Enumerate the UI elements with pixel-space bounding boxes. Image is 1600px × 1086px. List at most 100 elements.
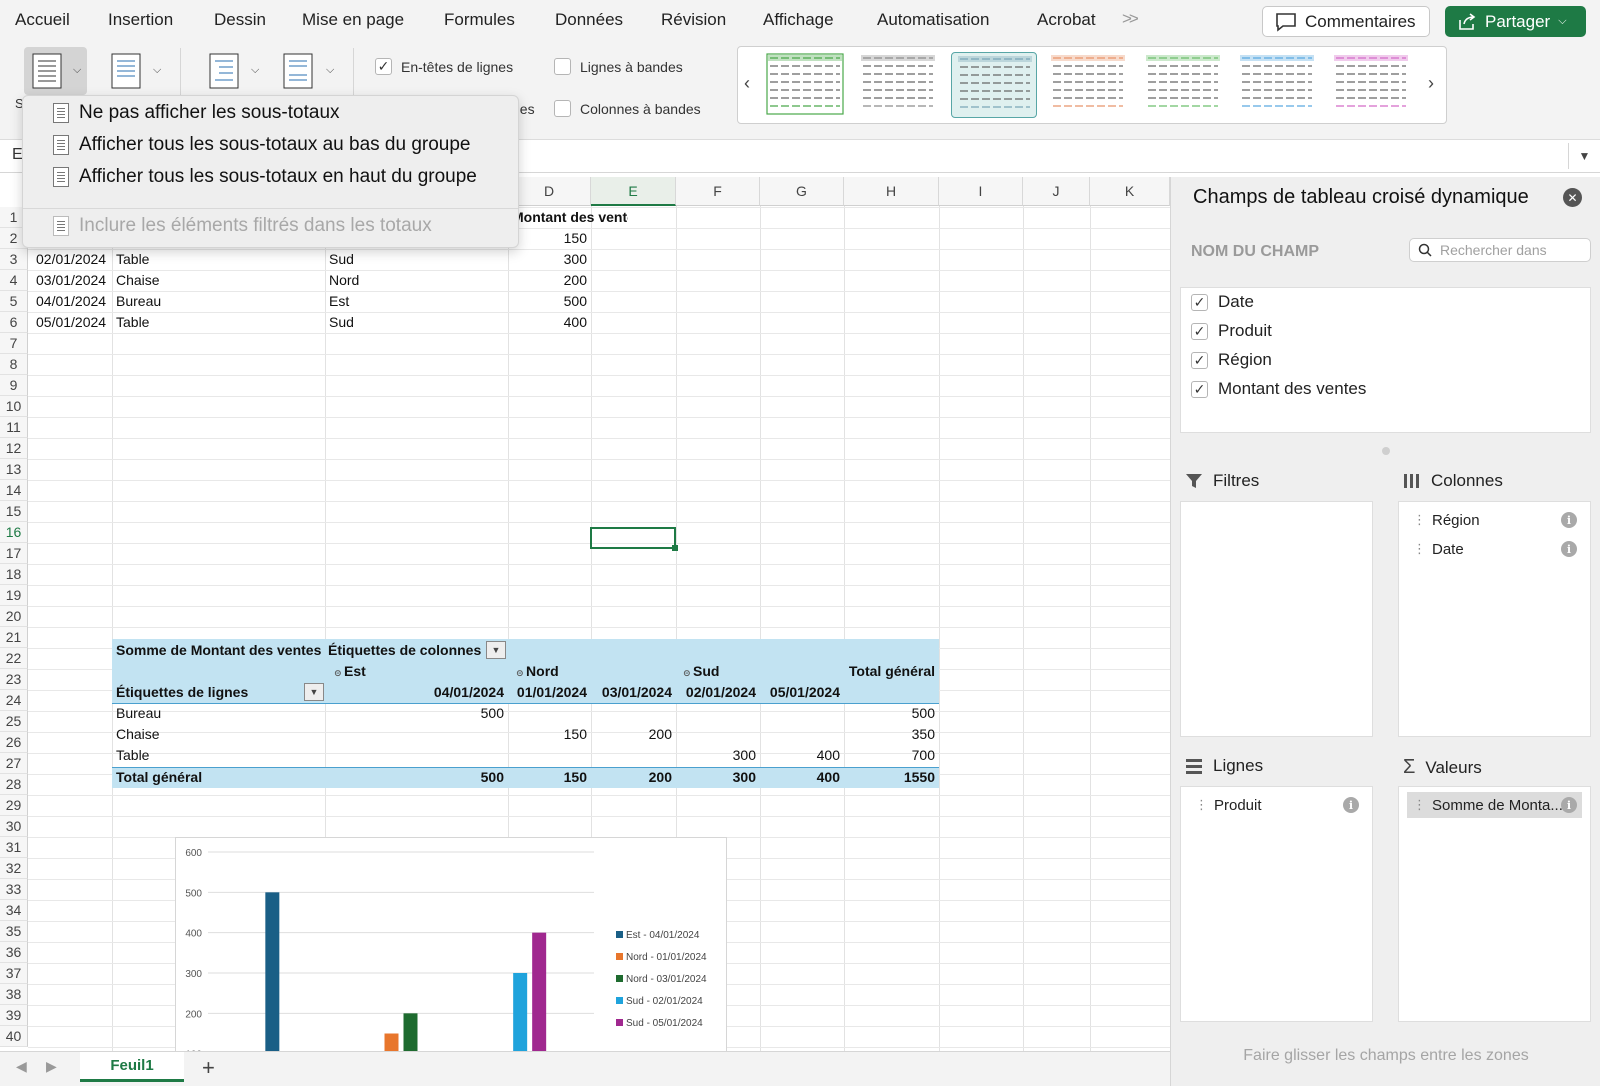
drag-handle-icon[interactable]: ⋮	[1413, 541, 1426, 557]
formula-expand-icon[interactable]: ▼	[1568, 143, 1600, 169]
pivot-region-est[interactable]: ⊝ Est	[330, 661, 430, 682]
close-icon[interactable]: ✕	[1563, 188, 1582, 207]
pivot-row-total[interactable]: 350	[844, 724, 939, 745]
row-header[interactable]: 14	[0, 480, 28, 501]
col-header-h[interactable]: H	[844, 177, 939, 206]
pivot-region-sud[interactable]: ⊝ Sud	[679, 661, 759, 682]
field-item-produit[interactable]: ✓ Produit	[1191, 321, 1272, 341]
worksheet-grid[interactable]: D E F G H I J K 1 2 3 4 5 6 7 8 9 10 11 12 13 14 15 16 1…	[0, 177, 1170, 1051]
add-sheet-button[interactable]: +	[202, 1055, 215, 1081]
pivot-value-cell[interactable]	[508, 703, 591, 724]
row-header[interactable]: 30	[0, 816, 28, 837]
comments-button[interactable]: Commentaires	[1262, 6, 1430, 37]
row-header[interactable]: 29	[0, 795, 28, 816]
pivot-date-header[interactable]: 02/01/2024	[676, 682, 760, 703]
blank-rows-chevron-icon[interactable]: ⌵	[326, 64, 334, 77]
prev-sheet-icon[interactable]: ◀	[16, 1058, 27, 1075]
fill-handle[interactable]	[672, 545, 678, 551]
pivot-region-nord[interactable]: ⊝ Nord	[512, 661, 592, 682]
pivot-date-header[interactable]: 04/01/2024	[325, 682, 508, 703]
next-sheet-icon[interactable]: ▶	[46, 1058, 57, 1075]
field-checkbox[interactable]: ✓	[1191, 351, 1208, 369]
banded-columns-checkbox[interactable]	[554, 100, 571, 117]
source-cell-product[interactable]: Bureau	[112, 291, 312, 312]
columns-item-date[interactable]: ⋮ Date i	[1407, 536, 1582, 562]
banded-rows-checkbox[interactable]	[554, 58, 571, 75]
pivot-style-orange[interactable]	[1045, 52, 1131, 118]
row-header[interactable]: 34	[0, 900, 28, 921]
pivot-value-cell[interactable]	[760, 724, 844, 745]
source-cell-region[interactable]: Nord	[325, 270, 495, 291]
pivot-grand-total-header[interactable]: Total général	[844, 661, 939, 682]
field-item-region[interactable]: ✓ Région	[1191, 350, 1272, 370]
pivot-value-cell[interactable]	[325, 724, 508, 745]
row-header[interactable]: 36	[0, 942, 28, 963]
row-header[interactable]: 13	[0, 459, 28, 480]
pivot-grand-total-cell[interactable]: 150	[508, 767, 591, 788]
menu-automatisation[interactable]: Automatisation	[877, 10, 989, 30]
row-header[interactable]: 16	[0, 522, 28, 543]
menu-dessin[interactable]: Dessin	[214, 10, 266, 30]
source-cell-region[interactable]: Sud	[325, 312, 495, 333]
drag-handle-icon[interactable]: ⋮	[1195, 797, 1208, 813]
row-header[interactable]: 31	[0, 837, 28, 858]
info-icon[interactable]: i	[1343, 797, 1359, 813]
source-header-amount[interactable]: Montant des ventes	[508, 207, 628, 228]
pivot-column-labels[interactable]: Étiquettes de colonnes	[324, 640, 484, 661]
values-zone[interactable]: ⋮ Somme de Monta... i	[1398, 786, 1591, 1022]
pivot-date-header[interactable]: 03/01/2024	[591, 682, 676, 703]
gallery-prev-icon[interactable]: ‹	[744, 73, 750, 94]
row-header[interactable]: 26	[0, 732, 28, 753]
row-headers-option[interactable]: ✓ En-têtes de lignes	[375, 58, 513, 75]
menu-acrobat[interactable]: Acrobat	[1037, 10, 1096, 30]
pivot-style-green-outline[interactable]	[762, 52, 848, 118]
menu-revision[interactable]: Révision	[661, 10, 726, 30]
filters-zone[interactable]	[1180, 501, 1373, 737]
pivot-style-pink[interactable]	[1328, 52, 1414, 118]
rows-item-produit[interactable]: ⋮ Produit i	[1189, 792, 1364, 818]
source-cell-amount[interactable]: 400	[508, 312, 591, 333]
source-cell-amount[interactable]: 200	[508, 270, 591, 291]
row-header[interactable]: 39	[0, 1005, 28, 1026]
pivot-grand-total-label[interactable]: Total général	[112, 767, 312, 788]
menu-mise-en-page[interactable]: Mise en page	[302, 10, 404, 30]
selected-cell[interactable]	[590, 527, 676, 549]
menu-option-no-subtotals[interactable]: Ne pas afficher les sous-totaux	[53, 102, 340, 124]
collapse-icon[interactable]: ⊝	[334, 668, 344, 678]
source-cell-product[interactable]: Chaise	[112, 270, 312, 291]
row-header[interactable]: 25	[0, 711, 28, 732]
source-cell-date[interactable]: 05/01/2024	[32, 312, 112, 333]
pivot-grand-total-cell[interactable]: 500	[325, 767, 508, 788]
row-header[interactable]: 10	[0, 396, 28, 417]
row-header[interactable]: 18	[0, 564, 28, 585]
pivot-grand-total-cell[interactable]: 200	[591, 767, 676, 788]
row-header[interactable]: 40	[0, 1026, 28, 1047]
row-header[interactable]: 24	[0, 690, 28, 711]
info-icon[interactable]: i	[1561, 797, 1577, 813]
pivot-grand-total-cell[interactable]: 300	[676, 767, 760, 788]
pivot-value-cell[interactable]	[508, 745, 591, 766]
pivot-style-green[interactable]	[1140, 52, 1226, 118]
pivot-row-label[interactable]: Bureau	[112, 703, 312, 724]
pivot-values-label[interactable]: Somme de Montant des ventes	[112, 640, 322, 661]
row-header[interactable]: 37	[0, 963, 28, 984]
pivot-row-labels[interactable]: Étiquettes de lignes	[112, 682, 302, 703]
pivot-style-light-blue[interactable]	[951, 52, 1037, 118]
source-cell-amount[interactable]: 150	[508, 228, 591, 249]
col-header-i[interactable]: I	[939, 177, 1023, 206]
source-cell-product[interactable]: Table	[112, 312, 312, 333]
row-header[interactable]: 22	[0, 648, 28, 669]
row-header[interactable]: 17	[0, 543, 28, 564]
pane-resize-handle[interactable]	[1382, 447, 1390, 455]
row-header[interactable]: 33	[0, 879, 28, 900]
row-header[interactable]: 20	[0, 606, 28, 627]
field-search-input[interactable]: Rechercher dans	[1409, 238, 1591, 262]
info-icon[interactable]: i	[1561, 541, 1577, 557]
col-header-g[interactable]: G	[760, 177, 844, 206]
row-header[interactable]: 3	[0, 249, 28, 270]
pivot-value-cell[interactable]: 150	[508, 724, 591, 745]
menu-option-subtotals-top[interactable]: Afficher tous les sous-totaux en haut du…	[53, 166, 477, 188]
pivot-value-cell[interactable]	[591, 745, 676, 766]
row-header[interactable]: 6	[0, 312, 28, 333]
banded-columns-option[interactable]: Colonnes à bandes	[554, 100, 701, 117]
